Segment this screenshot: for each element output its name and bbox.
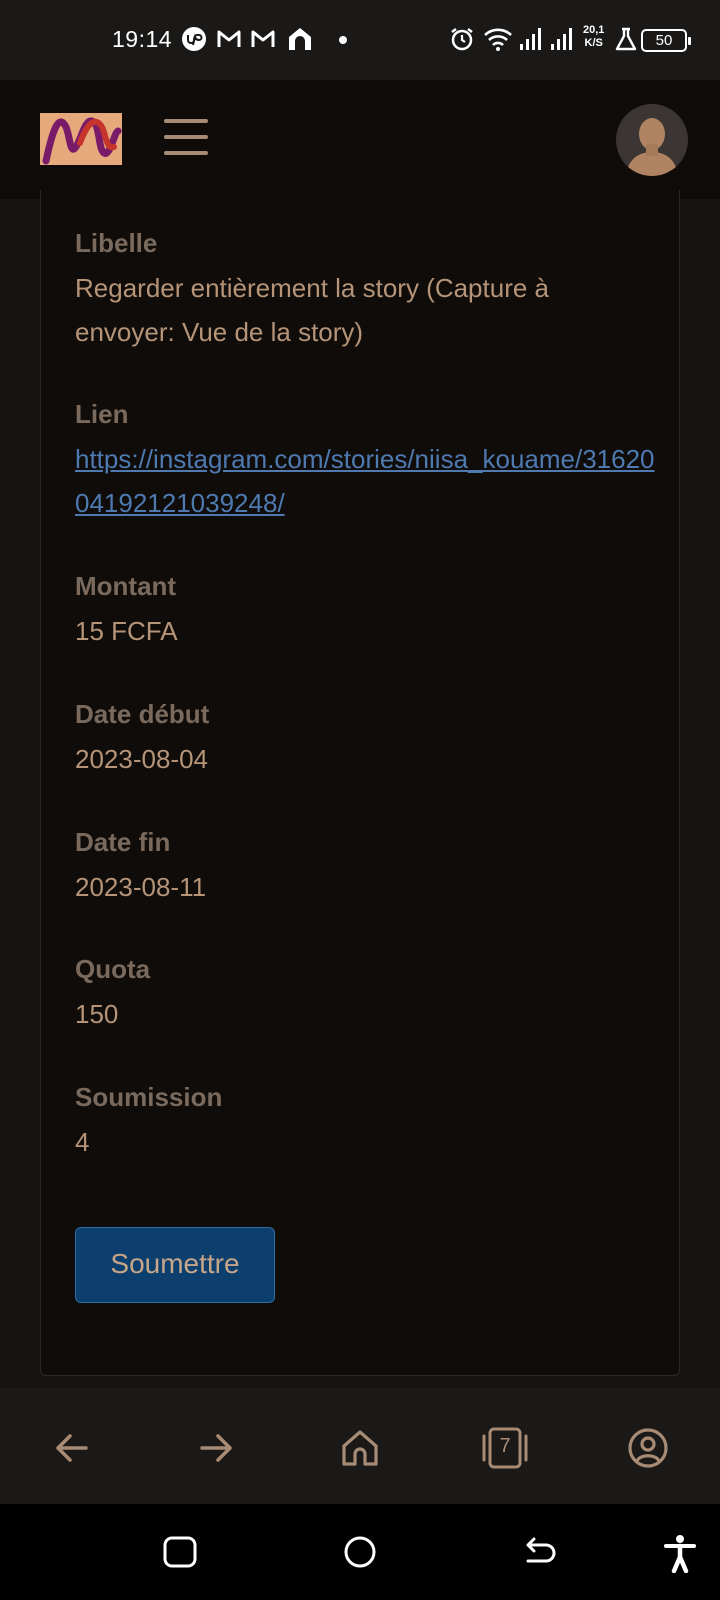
- signal-icon: [551, 28, 572, 50]
- screen: 19:14 20,1 K/S 50 Libelle Regarder entiè…: [0, 0, 720, 1600]
- field-date-debut: Date début 2023-08-04: [75, 697, 655, 781]
- app-logo[interactable]: [40, 113, 122, 165]
- alarm-icon: [451, 28, 473, 51]
- montant-value: 15 FCFA: [75, 616, 178, 646]
- field-quota: Quota 150: [75, 952, 655, 1036]
- quota-value: 150: [75, 999, 119, 1029]
- person-silhouette-icon: [626, 118, 678, 176]
- tab-count: 7: [499, 1435, 511, 1457]
- upwork-icon: [182, 27, 206, 51]
- back-arrow-icon[interactable]: [50, 1426, 94, 1470]
- soumission-value: 4: [75, 1127, 90, 1157]
- gmail-icon: [217, 30, 241, 47]
- gmail-icon: [251, 30, 275, 47]
- tabs-button[interactable]: 7: [480, 1426, 530, 1470]
- submit-button[interactable]: Soumettre: [75, 1227, 275, 1303]
- story-link[interactable]: https://instagram.com/stories/niisa_koua…: [75, 437, 655, 525]
- libelle-label: Libelle: [75, 228, 158, 258]
- account-icon[interactable]: [626, 1426, 670, 1470]
- status-bar: 19:14 20,1 K/S 50: [0, 0, 720, 80]
- lab-flask-icon: [615, 27, 637, 51]
- field-libelle: Libelle Regarder entièrement la story (C…: [75, 226, 655, 354]
- date-fin-label: Date fin: [75, 827, 171, 857]
- quota-label: Quota: [75, 954, 151, 984]
- browser-toolbar: 7: [0, 1388, 720, 1504]
- logo-mark-icon: [42, 117, 122, 165]
- network-speed-value: 20,1: [583, 24, 605, 36]
- detail-card: Libelle Regarder entièrement la story (C…: [40, 190, 680, 1376]
- home-icon[interactable]: [338, 1426, 382, 1470]
- user-avatar[interactable]: [616, 104, 688, 176]
- wifi-icon: [484, 28, 512, 51]
- forward-arrow-icon[interactable]: [194, 1426, 238, 1470]
- accessibility-icon[interactable]: [660, 1533, 700, 1573]
- home-circle-icon[interactable]: [340, 1533, 380, 1573]
- date-fin-value: 2023-08-11: [75, 872, 207, 902]
- soumission-label: Soumission: [75, 1082, 223, 1112]
- system-back-icon[interactable]: [520, 1533, 560, 1573]
- lien-label: Lien: [75, 399, 129, 429]
- signal-icon: [520, 28, 541, 50]
- app-header: [0, 80, 720, 199]
- field-soumission: Soumission 4: [75, 1080, 655, 1164]
- network-speed-unit: K/S: [584, 37, 603, 49]
- date-debut-value: 2023-08-04: [75, 744, 208, 774]
- system-nav-bar: [0, 1504, 720, 1600]
- hamburger-menu-icon[interactable]: [164, 117, 208, 157]
- notification-dot: [339, 36, 347, 44]
- date-debut-label: Date début: [75, 699, 210, 729]
- battery-icon: 50: [641, 29, 691, 52]
- home-app-icon: [289, 28, 311, 50]
- status-time: 19:14: [112, 26, 173, 52]
- field-lien: Lien https://instagram.com/stories/niisa…: [75, 397, 655, 525]
- field-montant: Montant 15 FCFA: [75, 569, 655, 653]
- montant-label: Montant: [75, 571, 177, 601]
- recents-square-icon[interactable]: [160, 1533, 200, 1573]
- libelle-value: Regarder entièrement la story (Capture à…: [75, 273, 550, 347]
- network-speed: 20,1 K/S: [583, 24, 604, 50]
- field-date-fin: Date fin 2023-08-11: [75, 825, 655, 909]
